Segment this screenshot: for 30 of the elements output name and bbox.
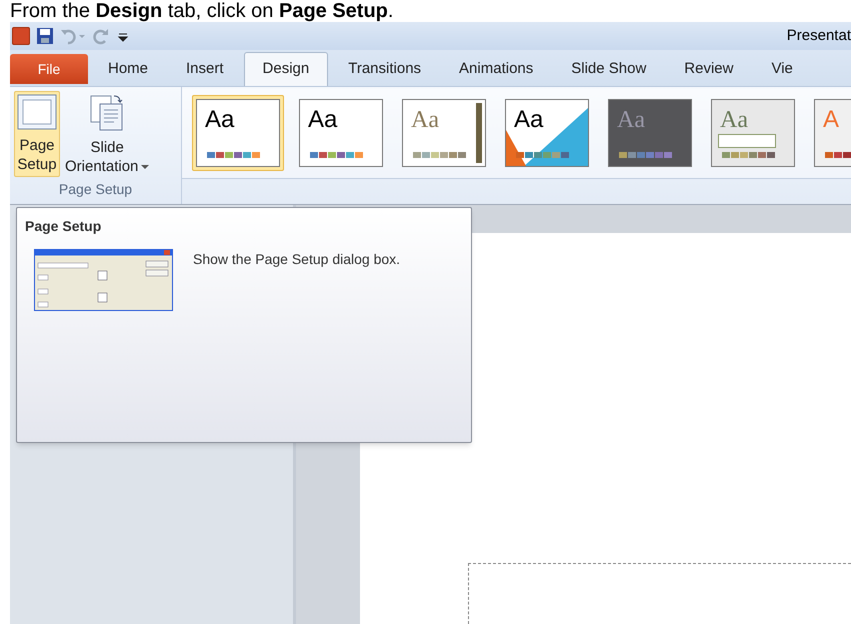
theme-sample-text: Aa [411,108,439,132]
window-title: Presentat [786,26,851,46]
theme-bar [476,103,482,163]
tooltip-title: Page Setup [25,217,102,236]
ribbon-tab[interactable]: Review [666,52,752,86]
ribbon-tab[interactable]: Transitions [330,52,440,86]
ribbon-button[interactable]: Page Setup [14,91,60,177]
ribbon-tab[interactable]: Home [90,52,166,86]
theme-sample-text: Aa [720,108,748,132]
ribbon-tab[interactable]: Insert [168,52,242,86]
page-layout-icon [17,94,57,130]
instruction-text: From the Design tab, click on Page Setup. [9,0,394,22]
file-tab[interactable]: File [10,54,88,84]
ribbon-tab[interactable]: Design [244,52,328,86]
ribbon-button[interactable]: Slide Orientation [62,91,152,177]
tooltip-description: Show the Page Setup dialog box. [193,250,400,269]
ribbon-tab[interactable]: Animations [441,52,552,86]
theme-sample-text: Aa [514,108,544,132]
dropdown-caret-icon [141,164,150,170]
ribbon-tab[interactable]: Slide Show [553,52,664,86]
save-icon[interactable] [36,27,54,45]
group-label: Page Setup [58,180,134,199]
ribbon-tab[interactable]: Vie [753,52,811,86]
theme-band [718,134,776,148]
theme-sample-text: Aa [617,108,645,132]
theme-thumbnail[interactable]: Aa [192,95,284,171]
theme-sample-text: Aa [308,108,338,132]
app-logo-icon [12,27,30,45]
theme-sample-text: Aa [205,108,234,132]
theme-sample-text: A [823,108,840,132]
